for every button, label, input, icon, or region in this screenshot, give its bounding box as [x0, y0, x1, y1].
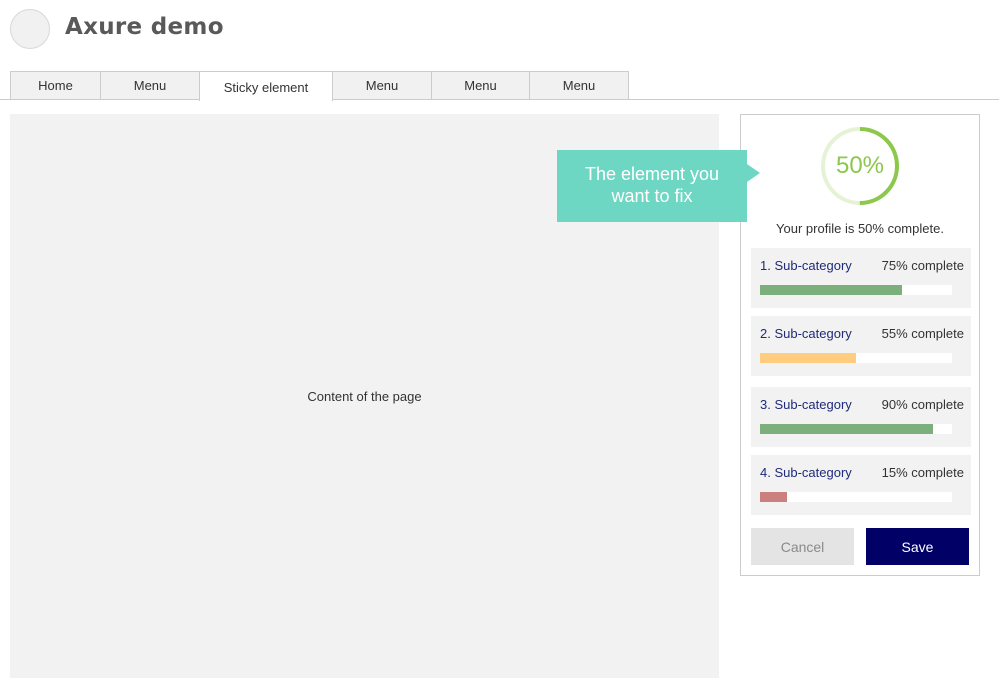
- subcategory-1: 1. Sub-category 75% complete: [751, 248, 971, 308]
- subcategory-label[interactable]: 2. Sub-category: [760, 326, 852, 341]
- subcategory-progress-track: [760, 285, 952, 295]
- subcategory-progress-track: [760, 424, 952, 434]
- content-label: Content of the page: [307, 389, 422, 404]
- subcategory-progress-bar: [760, 492, 787, 502]
- subcategory-percent: 15% complete: [881, 465, 964, 480]
- subcategory-progress-bar: [760, 424, 933, 434]
- subcategory-3: 3. Sub-category 90% complete: [751, 387, 971, 447]
- callout-arrow: [747, 164, 760, 182]
- callout-tooltip: The element you want to fix: [557, 150, 747, 222]
- subcategory-label[interactable]: 3. Sub-category: [760, 397, 852, 412]
- tab-menu-4[interactable]: Menu: [529, 71, 629, 99]
- tab-sticky-element[interactable]: Sticky element: [199, 71, 333, 101]
- subcategory-percent: 75% complete: [881, 258, 964, 273]
- cancel-button[interactable]: Cancel: [751, 528, 854, 565]
- subcategory-progress-track: [760, 353, 952, 363]
- subcategory-progress-bar: [760, 285, 903, 295]
- tab-menu-1[interactable]: Menu: [100, 71, 200, 99]
- subcategory-progress-track: [760, 492, 952, 502]
- progress-percent: 50%: [835, 152, 885, 179]
- subcategory-progress-bar: [760, 353, 856, 363]
- save-button[interactable]: Save: [866, 528, 969, 565]
- subcategory-label[interactable]: 4. Sub-category: [760, 465, 852, 480]
- profile-panel: 50% Your profile is 50% complete. 1. Sub…: [740, 114, 980, 576]
- subcategory-label[interactable]: 1. Sub-category: [760, 258, 852, 273]
- app-title: Axure demo: [65, 14, 224, 40]
- nav-divider: [0, 99, 999, 100]
- subcategory-percent: 55% complete: [881, 326, 964, 341]
- tab-menu-2[interactable]: Menu: [332, 71, 432, 99]
- callout-line-1: The element you: [584, 164, 720, 184]
- subcategory-4: 4. Sub-category 15% complete: [751, 455, 971, 515]
- subcategory-percent: 90% complete: [881, 397, 964, 412]
- subcategory-2: 2. Sub-category 55% complete: [751, 316, 971, 376]
- profile-summary: Your profile is 50% complete.: [776, 221, 944, 236]
- callout-line-2: want to fix: [611, 186, 693, 206]
- tab-home[interactable]: Home: [10, 71, 101, 99]
- logo-avatar: [10, 9, 50, 49]
- tab-menu-3[interactable]: Menu: [431, 71, 530, 99]
